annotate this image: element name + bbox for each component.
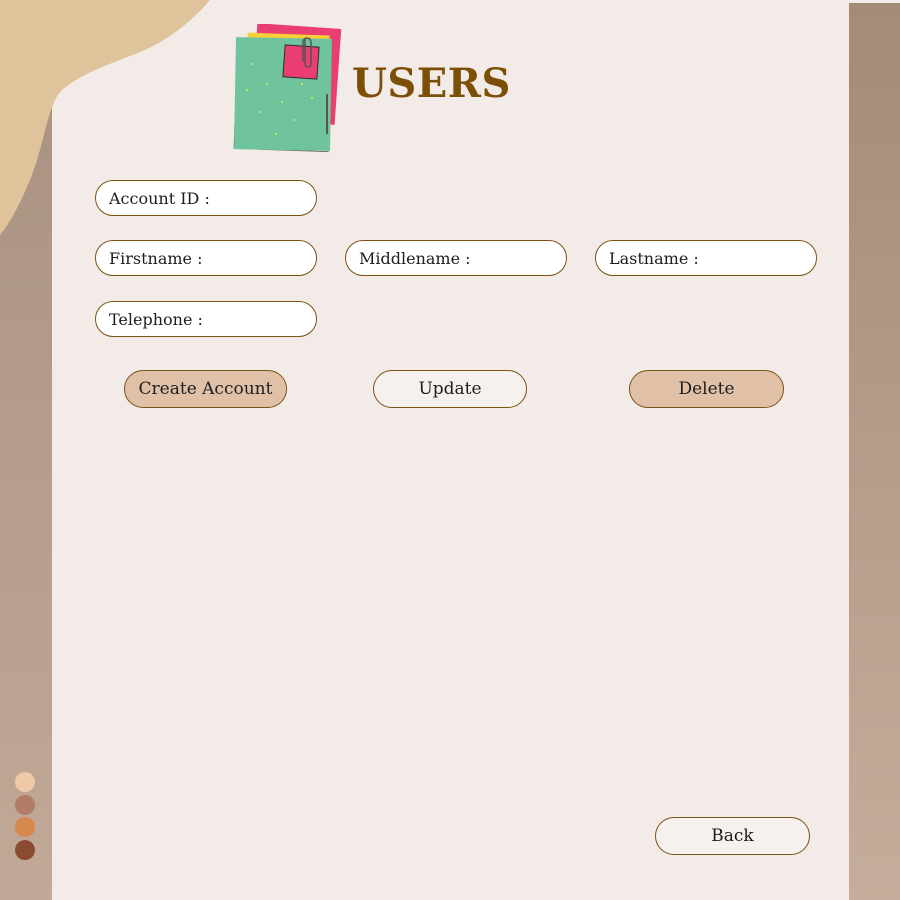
account-id-label: Account ID : <box>109 188 210 208</box>
color-swatch <box>15 772 35 792</box>
delete-button[interactable]: Delete <box>629 370 784 408</box>
account-id-field[interactable]: Account ID : <box>95 180 317 216</box>
color-swatch <box>15 840 35 860</box>
telephone-field[interactable]: Telephone : <box>95 301 317 337</box>
right-decorative-panel <box>849 3 900 900</box>
lastname-label: Lastname : <box>609 248 699 268</box>
documents-logo-icon <box>233 24 342 153</box>
middlename-label: Middlename : <box>359 248 471 268</box>
firstname-label: Firstname : <box>109 248 203 268</box>
color-swatch <box>15 795 35 815</box>
color-swatch <box>15 817 35 837</box>
page-title: USERS <box>352 60 511 107</box>
update-button[interactable]: Update <box>373 370 527 408</box>
firstname-input[interactable] <box>206 247 316 269</box>
telephone-label: Telephone : <box>109 309 203 329</box>
back-button[interactable]: Back <box>655 817 810 855</box>
create-account-button[interactable]: Create Account <box>124 370 287 408</box>
account-id-input[interactable] <box>213 187 316 209</box>
firstname-field[interactable]: Firstname : <box>95 240 317 276</box>
lastname-input[interactable] <box>702 247 816 269</box>
telephone-input[interactable] <box>206 308 316 330</box>
middlename-input[interactable] <box>474 247 566 269</box>
middlename-field[interactable]: Middlename : <box>345 240 567 276</box>
lastname-field[interactable]: Lastname : <box>595 240 817 276</box>
